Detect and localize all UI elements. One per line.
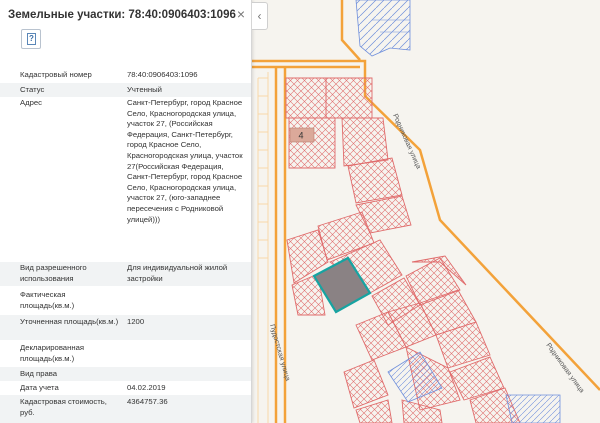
property-label: Вид права [20, 369, 58, 378]
property-label: Статус [20, 85, 45, 94]
parcel[interactable] [347, 157, 403, 204]
property-label: Кадастровый номер [20, 70, 92, 79]
property-label: Адрес [20, 98, 43, 107]
property-row: Вид права [0, 367, 251, 381]
property-label: Фактическая площадь(кв.м.) [20, 290, 75, 310]
property-row: Кадастровая стоимость, руб. 4364757.36 [0, 395, 251, 423]
property-label: Дата учета [20, 383, 59, 392]
property-label: Декларированная площадь(кв.м.) [20, 343, 85, 363]
chevron-left-icon: ‹ [257, 9, 262, 23]
property-row: Статус Учтенный [0, 83, 251, 97]
property-value: Санкт-Петербург, город Красное Село, Кра… [127, 98, 243, 224]
property-row: Декларированная площадь(кв.м.) [0, 341, 251, 367]
property-row: Адрес Санкт-Петербург, город Красное Сел… [0, 97, 251, 261]
building-4[interactable]: 4 [289, 127, 315, 143]
parcel[interactable] [341, 117, 389, 167]
blue-zone-top[interactable] [355, 0, 411, 57]
property-value: Для индивидуальной жилой застройки [127, 263, 228, 283]
property-row: Вид разрешенного использования Для индив… [0, 262, 251, 286]
parcel[interactable] [288, 117, 336, 169]
info-panel: Земельные участки: 78:40:0906403:1096 × … [0, 0, 252, 423]
close-icon: × [236, 6, 246, 22]
building-number: 4 [298, 131, 303, 141]
property-label: Уточненная площадь(кв.м.) [20, 317, 119, 326]
question-icon: ? [27, 33, 36, 45]
property-value: 4364757.36 [127, 397, 168, 406]
property-value: 78:40:0906403:1096 [127, 70, 198, 79]
collapse-panel-button[interactable]: ‹ [252, 2, 268, 30]
parcel[interactable] [285, 77, 327, 119]
property-label: Кадастровая стоимость, руб. [20, 397, 107, 417]
panel-title: Земельные участки: 78:40:0906403:1096 [8, 9, 236, 21]
property-value: 04.02.2019 [127, 383, 166, 392]
property-value: 1200 [127, 317, 145, 326]
parcel[interactable] [325, 77, 373, 119]
property-row: Кадастровый номер 78:40:0906403:1096 [0, 67, 251, 83]
property-value: Учтенный [127, 85, 162, 94]
property-row: Дата учета 04.02.2019 [0, 381, 251, 395]
property-row: Фактическая площадь(кв.м.) [0, 287, 251, 314]
property-label: Вид разрешенного использования [20, 263, 87, 283]
help-button[interactable]: ? [21, 29, 41, 49]
close-button[interactable]: × [234, 6, 248, 22]
property-row: Уточненная площадь(кв.м.) 1200 [0, 315, 251, 340]
